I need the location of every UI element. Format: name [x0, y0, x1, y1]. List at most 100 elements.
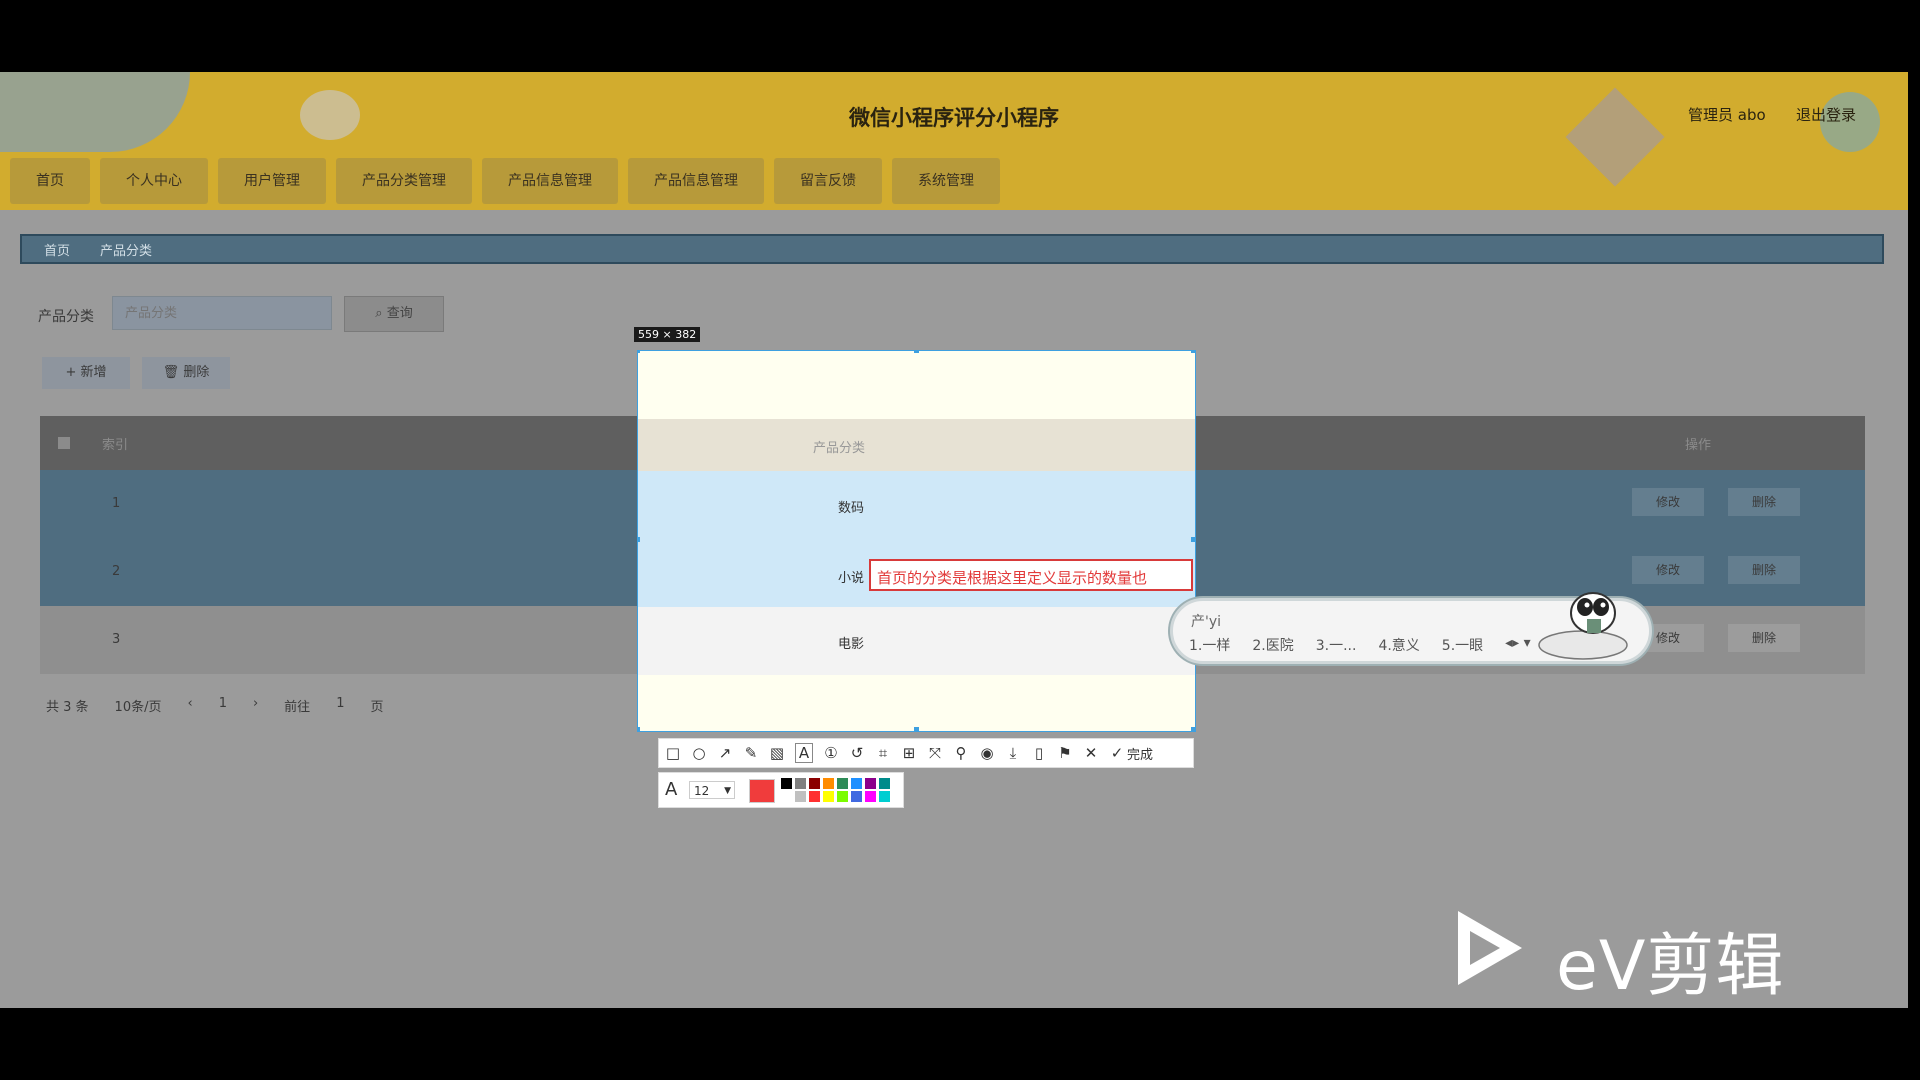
resize-handle[interactable]: [638, 351, 640, 353]
ime-page-arrows-icon[interactable]: ◂▸ ▾: [1505, 635, 1531, 655]
long-screenshot-icon[interactable]: ⤧: [927, 744, 943, 762]
color-swatch[interactable]: [879, 791, 890, 802]
resize-handle[interactable]: [1191, 727, 1195, 731]
main-nav: 首页 个人中心 用户管理 产品分类管理 产品信息管理 产品信息管理 留言反馈 系…: [10, 158, 1000, 204]
category-name: 小说: [838, 571, 865, 586]
pager-goto-input[interactable]: 1: [336, 696, 344, 715]
download-icon[interactable]: ⤓: [1005, 744, 1021, 762]
breadcrumb-current: 产品分类: [100, 244, 153, 259]
font-size-value: 12: [694, 784, 710, 798]
color-swatch[interactable]: [795, 778, 806, 789]
add-button[interactable]: + 新增: [42, 357, 130, 389]
breadcrumb: 首页 产品分类: [20, 234, 1884, 264]
mosaic-icon[interactable]: ▧: [769, 744, 785, 762]
ime-candidate[interactable]: 1.一样: [1189, 635, 1230, 655]
done-button[interactable]: ✓ 完成: [1109, 744, 1153, 763]
edit-button[interactable]: 修改: [1632, 556, 1704, 584]
nav-category[interactable]: 产品分类管理: [336, 158, 472, 204]
admin-info: 管理员 abo: [1688, 106, 1766, 124]
color-swatch[interactable]: [837, 791, 848, 802]
color-swatch[interactable]: [837, 778, 848, 789]
ellipse-icon[interactable]: ○: [691, 744, 707, 762]
font-icon: A: [665, 779, 678, 800]
color-swatch[interactable]: [809, 778, 820, 789]
logout-link[interactable]: 退出登录: [1796, 104, 1856, 125]
color-swatch[interactable]: [795, 791, 806, 802]
undo-icon[interactable]: ↺: [849, 744, 865, 762]
close-icon[interactable]: ✕: [1083, 744, 1099, 762]
trash-icon: 🗑: [162, 365, 184, 380]
breadcrumb-home[interactable]: 首页: [44, 240, 70, 259]
category-name: 电影: [838, 637, 865, 652]
font-size-select[interactable]: 12 ▼: [689, 781, 735, 799]
ime-candidates: 1.一样 2.医院 3.一... 4.意义 5.一眼 ◂▸ ▾: [1189, 635, 1531, 655]
selected-row: 数码: [638, 471, 1195, 539]
nav-profile[interactable]: 个人中心: [100, 158, 208, 204]
color-swatch[interactable]: [851, 791, 862, 802]
screenshot-selection[interactable]: 产品分类 数码 小说 电影: [637, 350, 1196, 732]
resize-handle[interactable]: [638, 537, 640, 542]
delete-button[interactable]: 删除: [1728, 488, 1800, 516]
delete-button[interactable]: 删除: [1728, 556, 1800, 584]
text-style-bar: A 12 ▼: [658, 772, 904, 808]
nav-feedback[interactable]: 留言反馈: [774, 158, 882, 204]
selected-table-header: 产品分类: [638, 419, 1195, 471]
ime-candidate[interactable]: 4.意义: [1378, 635, 1419, 655]
text-tool-icon[interactable]: A: [795, 743, 813, 763]
ime-candidate[interactable]: 3.一...: [1316, 635, 1357, 655]
text-annotation-box[interactable]: 首页的分类是根据这里定义显示的数量也: [869, 559, 1193, 591]
record-icon[interactable]: ◉: [979, 744, 995, 762]
color-swatch[interactable]: [865, 791, 876, 802]
copy-icon[interactable]: ▯: [1031, 744, 1047, 762]
color-swatch[interactable]: [823, 778, 834, 789]
select-all-checkbox[interactable]: [58, 437, 70, 449]
resize-handle[interactable]: [1191, 351, 1195, 353]
category-search-input[interactable]: [112, 296, 332, 330]
ocr-icon[interactable]: ⌗: [875, 744, 891, 762]
arrow-icon[interactable]: ↗: [717, 744, 733, 762]
pencil-icon[interactable]: ✎: [743, 744, 759, 762]
nav-users[interactable]: 用户管理: [218, 158, 326, 204]
nav-product-info[interactable]: 产品信息管理: [482, 158, 618, 204]
rectangle-icon[interactable]: □: [665, 744, 681, 762]
number-icon[interactable]: ①: [823, 744, 839, 762]
color-swatch[interactable]: [781, 791, 792, 802]
pin-icon[interactable]: ⚲: [953, 744, 969, 762]
color-palette: [781, 778, 901, 804]
filter-label: 产品分类: [38, 309, 94, 325]
nav-home[interactable]: 首页: [10, 158, 90, 204]
screenshot-toolbar: □ ○ ↗ ✎ ▧ A ① ↺ ⌗ ⊞ ⤧ ⚲ ◉ ⤓ ▯ ⚑ ✕ ✓ 完成: [658, 738, 1194, 768]
query-label: 查询: [386, 306, 413, 321]
pager-goto-label: 前往: [284, 700, 311, 715]
edit-button[interactable]: 修改: [1632, 488, 1704, 516]
chevron-down-icon: ▼: [724, 786, 731, 796]
color-swatch[interactable]: [781, 778, 792, 789]
pager-size-select[interactable]: 10条/页: [115, 696, 162, 715]
pager-next-icon[interactable]: ›: [253, 696, 258, 715]
color-swatch[interactable]: [823, 791, 834, 802]
nav-system[interactable]: 系统管理: [892, 158, 1000, 204]
pager-current-page[interactable]: 1: [219, 696, 227, 715]
resize-handle[interactable]: [914, 727, 919, 731]
pager-prev-icon[interactable]: ‹: [187, 696, 192, 715]
bookmark-icon[interactable]: ⚑: [1057, 744, 1073, 762]
translate-icon[interactable]: ⊞: [901, 744, 917, 762]
delete-button[interactable]: 删除: [1728, 624, 1800, 652]
resize-handle[interactable]: [1191, 537, 1195, 542]
row-index: 3: [112, 632, 121, 647]
nav-product-info-2[interactable]: 产品信息管理: [628, 158, 764, 204]
delete-label: 删除: [183, 365, 210, 380]
category-name: 数码: [838, 501, 865, 516]
ime-candidate[interactable]: 2.医院: [1252, 635, 1293, 655]
ime-candidate[interactable]: 5.一眼: [1442, 635, 1483, 655]
color-swatch[interactable]: [851, 778, 862, 789]
play-logo-icon: [1458, 911, 1522, 985]
color-swatch[interactable]: [865, 778, 876, 789]
header-actions: 操作: [1685, 438, 1712, 453]
batch-delete-button[interactable]: 🗑 删除: [142, 357, 230, 389]
resize-handle[interactable]: [914, 351, 919, 353]
query-button[interactable]: ⌕ 查询: [344, 296, 444, 332]
color-swatch[interactable]: [879, 778, 890, 789]
resize-handle[interactable]: [638, 727, 640, 731]
color-swatch[interactable]: [809, 791, 820, 802]
